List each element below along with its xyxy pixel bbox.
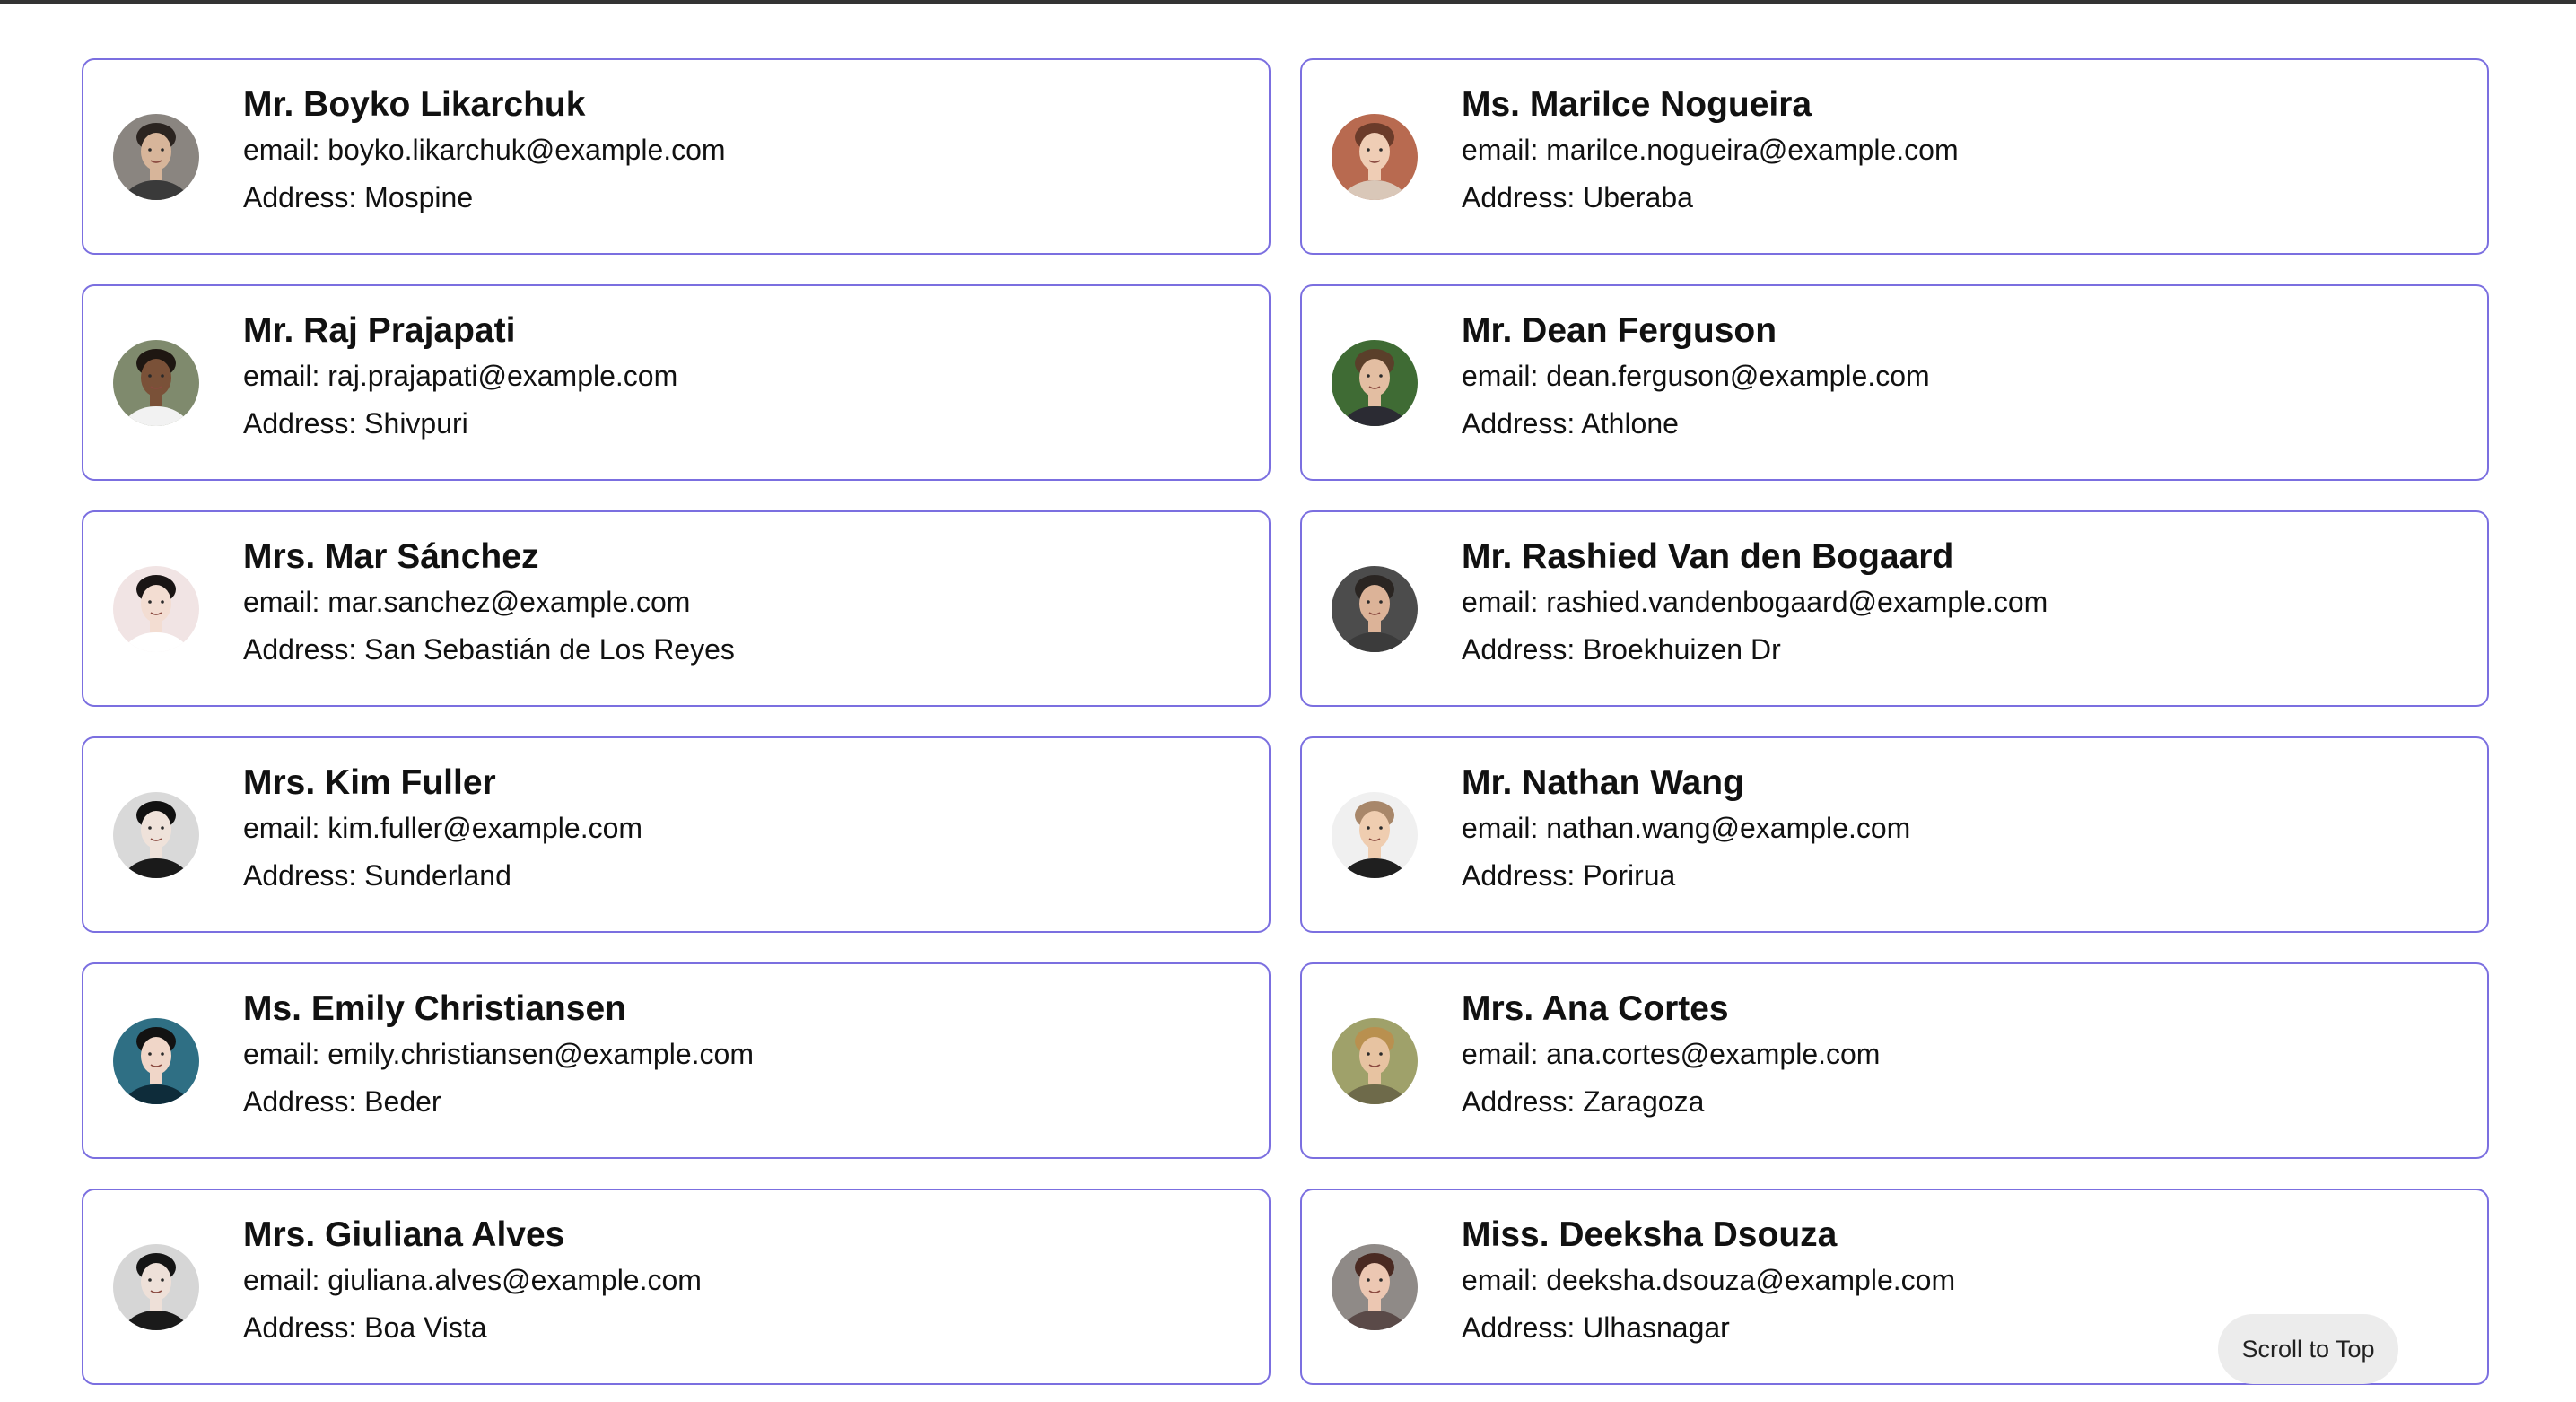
user-card-grid: Mr. Boyko Likarchuk email: boyko.likarch… [82,58,2489,1385]
portrait-image [113,1018,199,1104]
user-email: email: marilce.nogueira@example.com [1462,134,1959,166]
user-email: email: nathan.wang@example.com [1462,812,1911,844]
avatar [1332,566,1418,652]
user-address: Address: Beder [243,1085,441,1118]
user-email: email: giuliana.alves@example.com [243,1264,702,1296]
avatar [1332,114,1418,200]
user-info: Mrs. Ana Cortes email: ana.cortes@exampl… [1462,991,1880,1135]
user-info: Mr. Nathan Wang email: nathan.wang@examp… [1462,765,1910,909]
user-address: Address: San Sebastián de Los Reyes [243,633,735,666]
user-name: Mrs. Giuliana Alves [243,1215,565,1254]
user-address: Address: Sunderland [243,859,511,892]
user-email: email: dean.ferguson@example.com [1462,360,1930,392]
user-email: email: deeksha.dsouza@example.com [1462,1264,1956,1296]
user-info: Mrs. Kim Fuller email: kim.fuller@exampl… [243,765,642,909]
user-card: Mr. Raj Prajapati email: raj.prajapati@e… [82,284,1271,481]
user-card: Mr. Dean Ferguson email: dean.ferguson@e… [1300,284,2489,481]
avatar [113,114,199,200]
user-info: Mr. Rashied Van den Bogaard email: rashi… [1462,539,2048,683]
avatar [113,1244,199,1330]
user-email: email: rashied.vandenbogaard@example.com [1462,586,2048,618]
user-card: Mr. Rashied Van den Bogaard email: rashi… [1300,510,2489,707]
avatar [1332,1244,1418,1330]
user-name: Mr. Dean Ferguson [1462,311,1777,350]
user-address: Address: Mospine [243,181,474,213]
user-card: Mrs. Kim Fuller email: kim.fuller@exampl… [82,736,1271,933]
portrait-image [113,792,199,878]
user-info: Mr. Raj Prajapati email: raj.prajapati@e… [243,313,677,457]
avatar [113,566,199,652]
user-address: Address: Shivpuri [243,407,468,440]
user-name: Ms. Emily Christiansen [243,989,626,1028]
user-email: email: kim.fuller@example.com [243,812,643,844]
user-card: Mrs. Ana Cortes email: ana.cortes@exampl… [1300,962,2489,1159]
user-name: Mr. Raj Prajapati [243,311,516,350]
portrait-image [1332,792,1418,878]
user-name: Miss. Deeksha Dsouza [1462,1215,1838,1254]
user-email: email: emily.christiansen@example.com [243,1038,754,1070]
avatar [113,340,199,426]
user-info: Miss. Deeksha Dsouza email: deeksha.dsou… [1462,1217,1955,1361]
scroll-to-top-button[interactable]: Scroll to Top [2218,1314,2398,1384]
avatar [1332,1018,1418,1104]
user-info: Mr. Dean Ferguson email: dean.ferguson@e… [1462,313,1930,457]
user-name: Mrs. Ana Cortes [1462,989,1729,1028]
user-name: Mrs. Mar Sánchez [243,537,539,576]
user-name: Ms. Marilce Nogueira [1462,85,1812,124]
portrait-image [1332,1244,1418,1330]
avatar [1332,792,1418,878]
user-address: Address: Porirua [1462,859,1676,892]
user-name: Mr. Boyko Likarchuk [243,85,586,124]
user-info: Ms. Emily Christiansen email: emily.chri… [243,991,754,1135]
user-email: email: ana.cortes@example.com [1462,1038,1881,1070]
user-email: email: boyko.likarchuk@example.com [243,134,726,166]
portrait-image [113,1244,199,1330]
avatar [113,1018,199,1104]
user-address: Address: Athlone [1462,407,1679,440]
avatar [113,792,199,878]
user-card: Mr. Boyko Likarchuk email: boyko.likarch… [82,58,1271,255]
user-card: Mrs. Mar Sánchez email: mar.sanchez@exam… [82,510,1271,707]
user-name: Mrs. Kim Fuller [243,763,496,802]
portrait-image [113,566,199,652]
portrait-image [113,340,199,426]
portrait-image [113,114,199,200]
user-address: Address: Ulhasnagar [1462,1311,1730,1344]
user-address: Address: Broekhuizen Dr [1462,633,1781,666]
user-info: Mr. Boyko Likarchuk email: boyko.likarch… [243,87,726,231]
user-name: Mr. Rashied Van den Bogaard [1462,537,1954,576]
user-info: Mrs. Mar Sánchez email: mar.sanchez@exam… [243,539,735,683]
user-card: Mr. Nathan Wang email: nathan.wang@examp… [1300,736,2489,933]
user-address: Address: Zaragoza [1462,1085,1705,1118]
user-name: Mr. Nathan Wang [1462,763,1744,802]
user-card: Ms. Marilce Nogueira email: marilce.nogu… [1300,58,2489,255]
user-email: email: raj.prajapati@example.com [243,360,678,392]
user-address: Address: Boa Vista [243,1311,487,1344]
user-info: Mrs. Giuliana Alves email: giuliana.alve… [243,1217,702,1361]
top-border [0,0,2576,4]
portrait-image [1332,340,1418,426]
portrait-image [1332,114,1418,200]
user-card: Ms. Emily Christiansen email: emily.chri… [82,962,1271,1159]
portrait-image [1332,1018,1418,1104]
user-email: email: mar.sanchez@example.com [243,586,691,618]
portrait-image [1332,566,1418,652]
user-info: Ms. Marilce Nogueira email: marilce.nogu… [1462,87,1959,231]
user-card: Mrs. Giuliana Alves email: giuliana.alve… [82,1189,1271,1385]
avatar [1332,340,1418,426]
user-address: Address: Uberaba [1462,181,1693,213]
